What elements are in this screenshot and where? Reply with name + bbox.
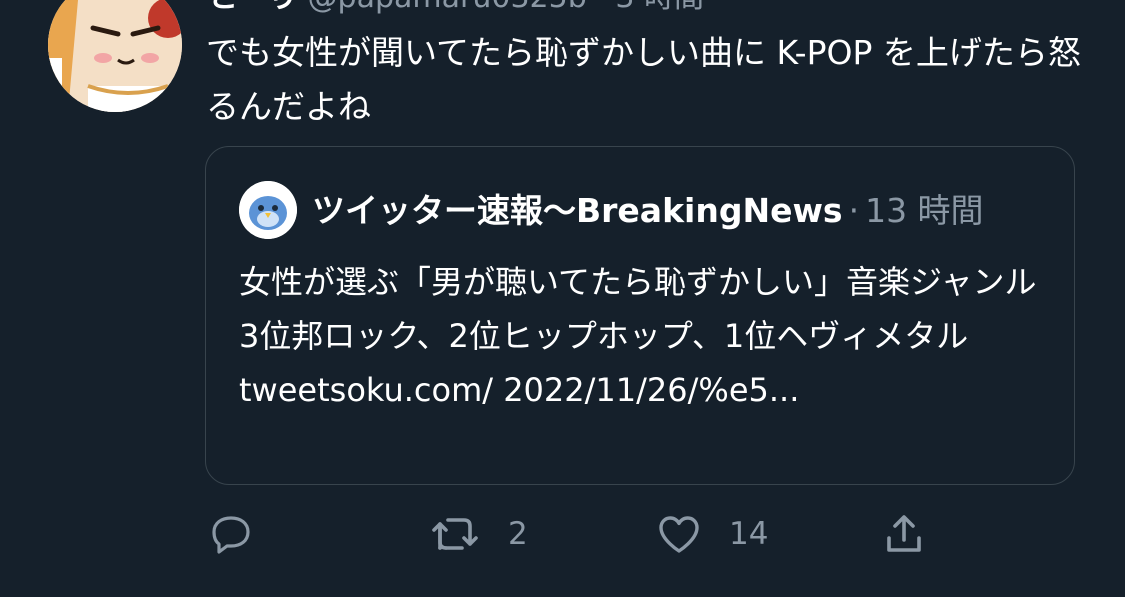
like-button[interactable]: 14 bbox=[655, 510, 768, 558]
tweet-time[interactable]: 3 時間 bbox=[615, 0, 704, 15]
tweet-text: でも女性が聞いてたら恥ずかしい曲に K-POP を上げたら怒るんだよね bbox=[206, 33, 1081, 126]
share-icon bbox=[887, 515, 921, 552]
tweet[interactable]: とーり @papamaru0325b · 3 時間 でも女性が聞いてたら恥ずかし… bbox=[0, 0, 1125, 597]
retweet-button[interactable]: 2 bbox=[428, 510, 528, 558]
reply-button[interactable] bbox=[207, 510, 279, 558]
separator-dot: · bbox=[596, 0, 606, 15]
reply-icon bbox=[212, 516, 250, 554]
quoted-account-name[interactable]: ツイッター速報〜BreakingNews bbox=[312, 191, 843, 230]
retweet-icon bbox=[432, 518, 478, 550]
share-button[interactable] bbox=[880, 510, 928, 558]
quoted-separator-dot: · bbox=[848, 191, 860, 230]
like-icon bbox=[659, 516, 699, 553]
avatar[interactable] bbox=[48, 0, 182, 112]
quoted-tweet-text: 女性が選ぶ「男が聴いてたら恥ずかしい」音楽ジャンル 3位邦ロック、2位ヒップホッ… bbox=[239, 263, 1037, 409]
quoted-account-avatar bbox=[239, 181, 297, 239]
display-name[interactable]: とーり bbox=[208, 0, 298, 15]
bird-avatar-icon bbox=[239, 181, 297, 239]
quoted-tweet-time: 13 時間 bbox=[865, 191, 984, 230]
like-count: 14 bbox=[729, 516, 769, 552]
quoted-tweet-card[interactable]: ツイッター速報〜BreakingNews · 13 時間 女性が選ぶ「男が聴いてたら… bbox=[205, 146, 1075, 485]
avatar-illustration bbox=[48, 0, 182, 112]
tweet-header: とーり @papamaru0325b · 3 時間 bbox=[208, 0, 704, 18]
retweet-count: 2 bbox=[508, 516, 528, 552]
handle[interactable]: @papamaru0325b bbox=[308, 0, 587, 15]
quoted-tweet-header: ツイッター速報〜BreakingNews · 13 時間 bbox=[312, 189, 984, 233]
